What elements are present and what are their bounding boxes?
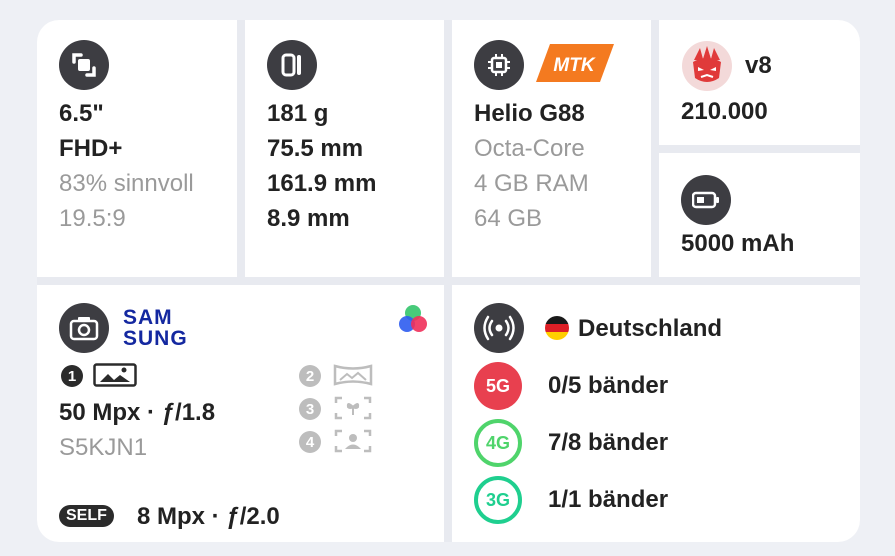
weight: 181 g — [267, 100, 329, 127]
screen-size-icon — [59, 40, 109, 90]
main-lens-number: 1 — [61, 365, 83, 387]
display-screen-ratio: 83% sinnvoll — [59, 170, 194, 197]
lens-2-number: 2 — [299, 365, 321, 387]
macro-icon — [334, 396, 372, 420]
camera-icon — [59, 303, 109, 353]
main-camera-spec: 50 Mpx · ƒ/1.8 — [59, 399, 216, 426]
germany-flag-icon — [545, 316, 569, 340]
battery-cell[interactable]: 5000 mAh — [659, 153, 860, 277]
network-country: Deutschland — [578, 315, 723, 342]
soc-cores: Octa-Core — [474, 135, 585, 162]
panorama-icon — [333, 364, 373, 386]
antutu-version: v8 — [745, 52, 772, 79]
display-aspect: 19.5:9 — [59, 205, 126, 232]
lens-3-number: 3 — [299, 398, 321, 420]
antutu-logo-icon — [682, 41, 732, 91]
main-camera-sensor: S5KJN1 — [59, 434, 148, 461]
color-filter-icon — [399, 305, 427, 332]
network-cell[interactable]: Deutschland 5G 0/5 bänder 4G 7/8 bänder … — [452, 285, 860, 542]
soc-cell[interactable]: MTK Helio G88 Octa-Core 4 GB RAM 64 GB — [452, 20, 651, 277]
phone-body-icon — [267, 40, 317, 90]
antutu-cell[interactable]: v8 210.000 — [659, 20, 860, 145]
mtk-logo-text: MTK — [553, 55, 595, 76]
signal-antenna-icon — [474, 303, 524, 353]
chip-icon — [474, 40, 524, 90]
band-4g-badge: 4G — [474, 419, 522, 467]
soc-name: Helio G88 — [474, 100, 585, 127]
band-5g-badge: 5G — [474, 362, 522, 410]
antutu-score: 210.000 — [681, 98, 768, 125]
band-3g-value: 1/1 bänder — [548, 486, 669, 513]
width: 75.5 mm — [267, 135, 364, 162]
samsung-logo-line1: SAM — [123, 306, 173, 329]
display-size: 6.5" — [59, 100, 104, 127]
depth-portrait-icon — [334, 429, 372, 453]
soc-ram: 4 GB RAM — [474, 170, 589, 197]
phone-spec-card: 6.5" FHD+ 83% sinnvoll 19.5:9 181 g 75.5… — [37, 20, 860, 542]
mtk-logo-icon: MTK — [536, 44, 614, 82]
soc-storage: 64 GB — [474, 205, 543, 232]
battery-icon — [681, 175, 731, 225]
camera-cell[interactable]: SAM SUNG 1 50 Mpx · ƒ/1.8 S5KJN1 2 3 4 S… — [37, 285, 444, 542]
samsung-logo-line2: SUNG — [123, 327, 188, 350]
samsung-sensor-logo: SAM SUNG — [123, 307, 188, 349]
display-cell[interactable]: 6.5" FHD+ 83% sinnvoll 19.5:9 — [37, 20, 237, 277]
battery-capacity: 5000 mAh — [681, 230, 795, 257]
band-5g-value: 0/5 bänder — [548, 372, 669, 399]
wide-photo-icon — [93, 363, 137, 387]
height: 161.9 mm — [267, 170, 377, 197]
selfie-camera-spec: 8 Mpx · ƒ/2.0 — [137, 503, 280, 530]
band-4g-value: 7/8 bänder — [548, 429, 669, 456]
dimensions-cell[interactable]: 181 g 75.5 mm 161.9 mm 8.9 mm — [245, 20, 444, 277]
lens-4-number: 4 — [299, 431, 321, 453]
band-3g-badge: 3G — [474, 476, 522, 524]
thickness: 8.9 mm — [267, 205, 350, 232]
selfie-badge: SELF — [59, 505, 114, 527]
display-resolution: FHD+ — [59, 135, 123, 162]
